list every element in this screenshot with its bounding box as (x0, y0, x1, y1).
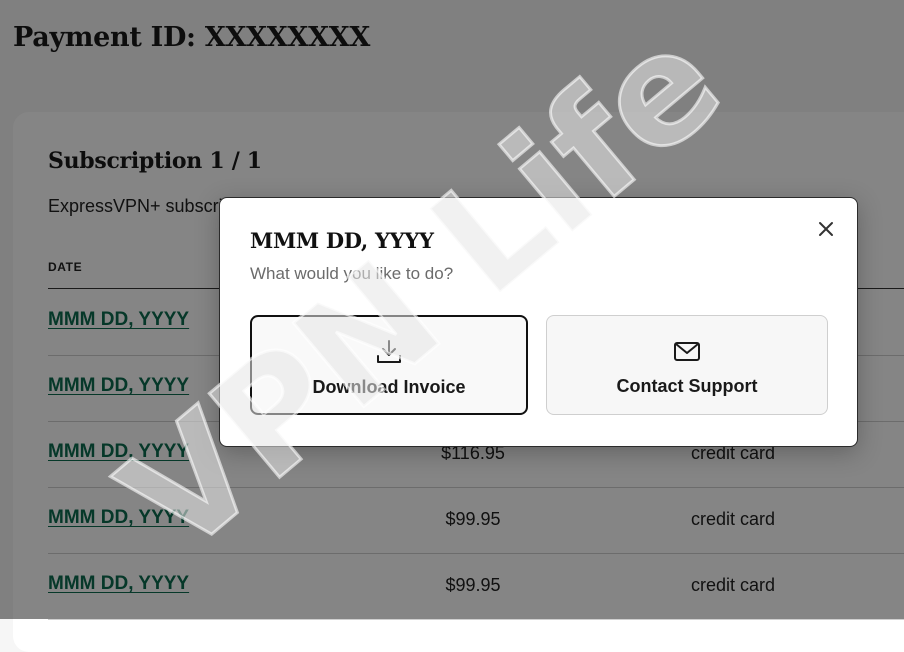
mail-icon (674, 342, 700, 361)
close-icon (819, 222, 833, 236)
dialog-subtitle: What would you like to do? (250, 264, 454, 283)
close-button[interactable] (815, 218, 837, 240)
contact-support-button[interactable]: Contact Support (546, 315, 828, 415)
dialog-title: MMM DD, YYYY (250, 228, 434, 253)
download-invoice-label: Download Invoice (312, 377, 466, 397)
contact-support-label: Contact Support (616, 376, 758, 396)
payment-action-dialog: MMM DD, YYYY What would you like to do? … (219, 197, 858, 447)
download-invoice-button[interactable]: Download Invoice (250, 315, 528, 415)
download-icon (377, 340, 401, 363)
